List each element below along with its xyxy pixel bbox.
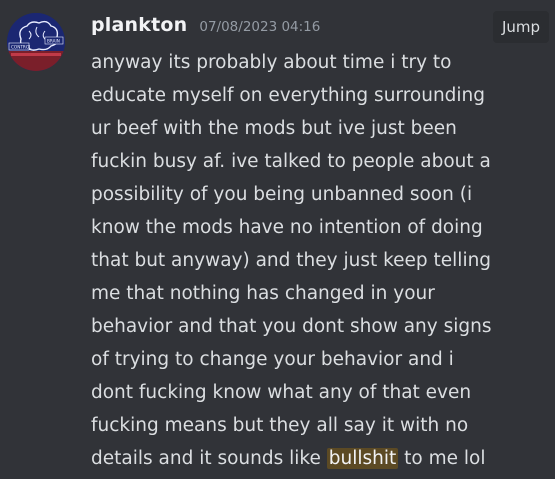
- highlighted-word: bullshit: [326, 448, 399, 469]
- avatar[interactable]: CONTROL BRAIN: [7, 13, 65, 71]
- username[interactable]: plankton: [91, 14, 187, 36]
- message-line: educate myself on everything surrounding: [91, 85, 486, 106]
- message-content: anyway its probably about time i try to …: [91, 46, 551, 475]
- chat-message: CONTROL BRAIN plankton 07/08/2023 04:16 …: [0, 0, 555, 479]
- timestamp: 07/08/2023 04:16: [199, 19, 321, 35]
- message-text: details and it sounds like: [91, 448, 327, 469]
- message-header: plankton 07/08/2023 04:16: [91, 14, 320, 44]
- avatar-image: CONTROL BRAIN: [7, 13, 65, 71]
- message-line: that but anyway) and they just keep tell…: [91, 250, 492, 271]
- message-line: behavior and that you dont show any sign…: [91, 316, 492, 337]
- message-line: anyway its probably about time i try to: [91, 52, 452, 73]
- message-line-last: details and it sounds like bullshit to m…: [91, 442, 551, 475]
- message-line: ur beef with the mods but ive just been: [91, 118, 457, 139]
- svg-text:BRAIN: BRAIN: [47, 39, 60, 44]
- message-line: me that nothing has changed in your: [91, 283, 435, 304]
- svg-text:CONTROL: CONTROL: [11, 45, 32, 50]
- message-line: fucking means but they all say it with n…: [91, 415, 469, 436]
- message-line: possibility of you being unbanned soon (…: [91, 184, 473, 205]
- message-text: to me lol: [398, 448, 486, 469]
- message-line: of trying to change your behavior and i: [91, 349, 454, 370]
- message-line: know the mods have no intention of doing: [91, 217, 483, 238]
- message-line: fuckin busy af. ive talked to people abo…: [91, 151, 491, 172]
- jump-button[interactable]: Jump: [493, 11, 549, 43]
- message-line: dont fucking know what any of that even: [91, 382, 472, 403]
